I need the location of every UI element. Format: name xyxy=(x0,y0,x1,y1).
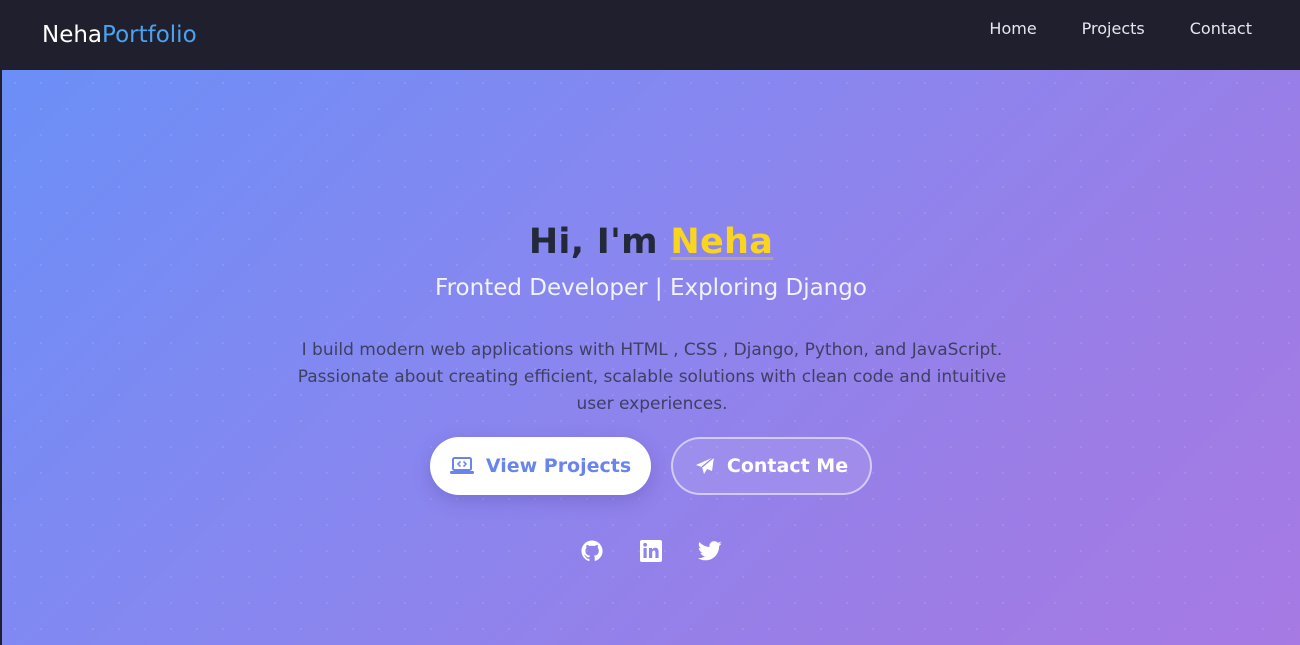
hero-buttons: View Projects Contact Me xyxy=(2,437,1300,495)
contact-me-button[interactable]: Contact Me xyxy=(671,437,872,495)
hero-subtitle: Fronted Developer | Exploring Django xyxy=(435,275,867,301)
navbar: NehaPortfolio Home Projects Contact xyxy=(0,0,1300,70)
paper-plane-icon xyxy=(695,456,715,476)
brand-accent: Portfolio xyxy=(102,22,197,48)
nav-link-projects[interactable]: Projects xyxy=(1082,19,1145,38)
view-projects-label: View Projects xyxy=(485,455,632,477)
linkedin-icon[interactable] xyxy=(639,539,663,563)
hero-name: Neha xyxy=(670,222,774,262)
view-projects-button[interactable]: View Projects xyxy=(430,437,651,495)
contact-me-label: Contact Me xyxy=(726,455,849,477)
nav-link-contact[interactable]: Contact xyxy=(1190,19,1252,38)
brand-logo[interactable]: NehaPortfolio xyxy=(42,22,197,48)
nav-link-home[interactable]: Home xyxy=(989,19,1036,38)
social-links xyxy=(2,539,1300,563)
nav-links: Home Projects Contact xyxy=(989,19,1252,38)
brand-primary: Neha xyxy=(42,22,103,48)
twitter-icon[interactable] xyxy=(698,539,722,563)
hero-greeting: Hi, I'm xyxy=(528,222,671,262)
laptop-code-icon xyxy=(449,457,474,475)
hero-section: Hi, I'm Neha Fronted Developer | Explori… xyxy=(2,70,1300,645)
hero-description: I build modern web applications with HTM… xyxy=(297,340,1007,414)
hero-headline: Hi, I'm Neha xyxy=(2,222,1300,262)
github-icon[interactable] xyxy=(580,539,604,563)
